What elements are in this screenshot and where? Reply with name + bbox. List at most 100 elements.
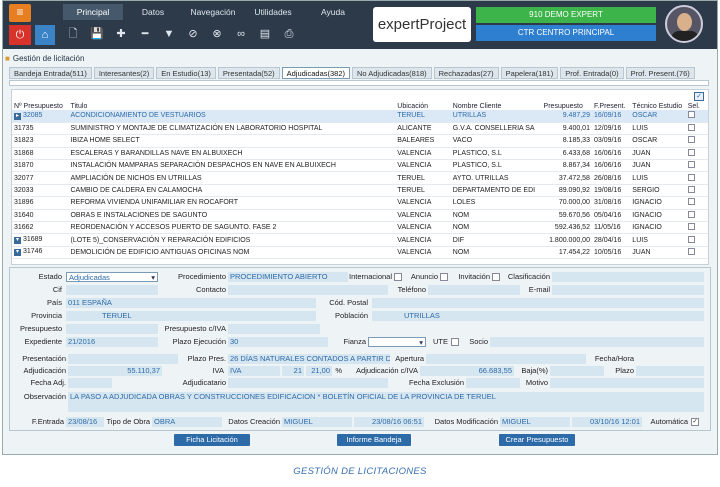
tab-prof-present[interactable]: Prof. Present.(76) [625,67,695,79]
select-all-checkbox[interactable]: ✓ [694,92,704,101]
table-row[interactable]: ▾ 31746 DEMOLICIÓN DE EDIFICIO ANTIGUAS O… [12,246,708,260]
plazo-field[interactable] [636,366,704,376]
filter-icon[interactable]: ▼ [159,25,179,43]
anuncio-checkbox[interactable] [440,273,448,281]
motivo-field[interactable] [550,378,704,388]
table-row[interactable]: ▾ 31689 (LOTE 5)_CONSERVACIÓN Y REPARACIÓ… [12,233,708,247]
tab-bandeja-entrada[interactable]: Bandeja Entrada(511) [9,67,92,79]
print-icon[interactable]: ⎙ [279,25,299,43]
expediente-field[interactable]: 21/2016 [66,337,158,347]
tab-interesantes[interactable]: Interesantes(2) [93,67,155,79]
col-presupuesto-num[interactable]: Nº Presupuesto [12,90,68,110]
apertura-field[interactable] [426,354,586,364]
table-row[interactable]: 31735 SUMINISTRO Y MONTAJE DE CLIMATIZACI… [12,122,708,136]
invitacion-checkbox[interactable] [492,273,500,281]
row-select-checkbox[interactable] [687,173,695,181]
datos-mod-date[interactable]: 03/10/16 12:01 [572,417,642,427]
datos-mod-user[interactable]: MIGUEL [500,417,570,427]
tab-adjudicadas[interactable]: Adjudicadas(382) [281,67,350,79]
row-select-checkbox[interactable] [687,247,695,255]
table-row[interactable]: 31823 IBIZA HOME SELECT BALEARES VACO 8.185,… [12,134,708,148]
row-select-checkbox[interactable] [687,235,695,243]
menu-datos[interactable]: Datos [123,4,183,20]
presentacion-field[interactable] [68,354,178,364]
avatar[interactable] [665,5,703,43]
menu-principal[interactable]: Principal [63,4,123,20]
row-marker-icon[interactable]: ▸ [14,112,21,120]
save-icon[interactable]: 💾 [87,25,107,43]
cancel-icon[interactable]: ⊗ [207,25,227,43]
row-marker-icon[interactable]: ▾ [14,237,21,245]
email-field[interactable] [552,285,704,295]
tipo-obra-field[interactable]: OBRA [152,417,222,427]
table-row[interactable]: 31870 INSTALACIÓN MAMPARAS SEPARACIÓN DES… [12,159,708,173]
adjudicacion-field[interactable]: 55.110,37 [68,366,162,376]
col-tecnico[interactable]: Técnico Estudio [630,90,685,110]
clasificacion-field[interactable] [552,272,704,282]
col-fpresent[interactable]: F.Present. [592,90,630,110]
contacto-field[interactable] [228,285,388,295]
row-marker-icon[interactable]: ▾ [14,249,21,257]
row-select-checkbox[interactable] [687,223,695,231]
tab-no-adjudicadas[interactable]: No Adjudicadas(818) [352,67,432,79]
remove-icon[interactable]: ━ [135,25,155,43]
fianza-select[interactable] [368,337,426,347]
iva-field[interactable]: IVA [228,366,280,376]
center-badge[interactable]: CTR CENTRO PRINCIPAL [476,25,656,41]
datos-creacion-date[interactable]: 23/08/16 06:51 [354,417,424,427]
row-select-checkbox[interactable] [687,111,695,119]
row-select-checkbox[interactable] [687,161,695,169]
row-select-checkbox[interactable] [687,148,695,156]
table-row[interactable]: 32077 AMPLIACIÓN DE NICHOS EN UTRILLAS TER… [12,171,708,185]
plazo-pres-field[interactable]: 26 DÍAS NATURALES CONTADOS A PARTIR DEL [228,354,390,364]
fecha-exclusion-field[interactable] [466,378,520,388]
tab-presentada[interactable]: Presentada(52) [217,67,280,79]
ute-checkbox[interactable] [451,338,459,346]
power-icon[interactable]: ⏻ [9,25,31,45]
table-row[interactable]: 32033 CAMBIO DE CALDERA EN CALAMOCHA TERUE… [12,184,708,198]
menu-navegacion[interactable]: Navegación [183,4,243,20]
adjudicatario-field[interactable] [228,378,388,388]
procedimiento-field[interactable]: PROCEDIMIENTO ABIERTO [228,272,348,282]
col-cliente[interactable]: Nombre Cliente [451,90,542,110]
file-icon[interactable]: 🗋 [63,25,83,43]
table-row[interactable]: 31640 OBRAS E INSTALACIONES DE SAGUNTO VAL… [12,209,708,223]
adjudicacion-iva-field[interactable]: 66.683,55 [420,366,514,376]
baja-field[interactable] [550,366,604,376]
pais-field[interactable]: 011 ESPAÑA [66,298,316,308]
table-row[interactable]: 31896 REFORMA VIVIENDA UNIFAMILIAR EN ROC… [12,196,708,210]
iva-code-field[interactable]: 21 [282,366,304,376]
codpostal-field[interactable] [372,298,704,308]
iva-pct-field[interactable]: 21,00 [306,366,332,376]
tab-papelera[interactable]: Papelera(181) [500,67,559,79]
observacion-field[interactable]: LA PASO A ADJUDICADA OBRAS Y CONSTRUCCIO… [68,392,704,412]
informe-bandeja-button[interactable]: Informe Bandeja [337,434,411,446]
company-badge[interactable]: 910 DEMO EXPERT [476,7,656,23]
fecha-adj-field[interactable] [68,378,112,388]
home-icon[interactable]: ⌂ [35,25,55,45]
col-titulo[interactable]: Titulo [68,90,395,110]
ficha-licitacion-button[interactable]: Ficha Licitación [174,434,250,446]
row-select-checkbox[interactable] [687,136,695,144]
table-row[interactable]: 31868 ESCALERAS Y BARANDILLAS NAVE EN ALB… [12,147,708,161]
provincia-field[interactable]: TERUEL [66,311,316,321]
telefono-field[interactable] [428,285,520,295]
menu-ayuda[interactable]: Ayuda [303,4,363,20]
table-row[interactable]: ▸ 32085 ACONDICIONAMIENTO DE VESTUARIOS TE… [12,110,708,123]
cif-field[interactable] [66,285,158,295]
add-icon[interactable]: ✚ [111,25,131,43]
row-select-checkbox[interactable] [687,124,695,132]
presupuesto-iva-field[interactable] [228,324,320,334]
row-select-checkbox[interactable] [687,186,695,194]
menu-icon[interactable]: ≡ [9,4,31,22]
poblacion-field[interactable]: UTRILLAS [372,311,704,321]
presupuesto-field[interactable] [66,324,158,334]
crear-presupuesto-button[interactable]: Crear Presupuesto [499,434,575,446]
list-icon[interactable]: ▤ [255,25,275,43]
table-row[interactable]: 31662 REORDENACIÓN Y ACCESOS PUERTO DE SA… [12,221,708,235]
check-icon[interactable]: ⊘ [183,25,203,43]
row-select-checkbox[interactable] [687,210,695,218]
fentrada-field[interactable]: 23/08/16 [66,417,104,427]
tab-en-estudio[interactable]: En Estudio(13) [156,67,216,79]
datos-creacion-user[interactable]: MIGUEL [282,417,352,427]
